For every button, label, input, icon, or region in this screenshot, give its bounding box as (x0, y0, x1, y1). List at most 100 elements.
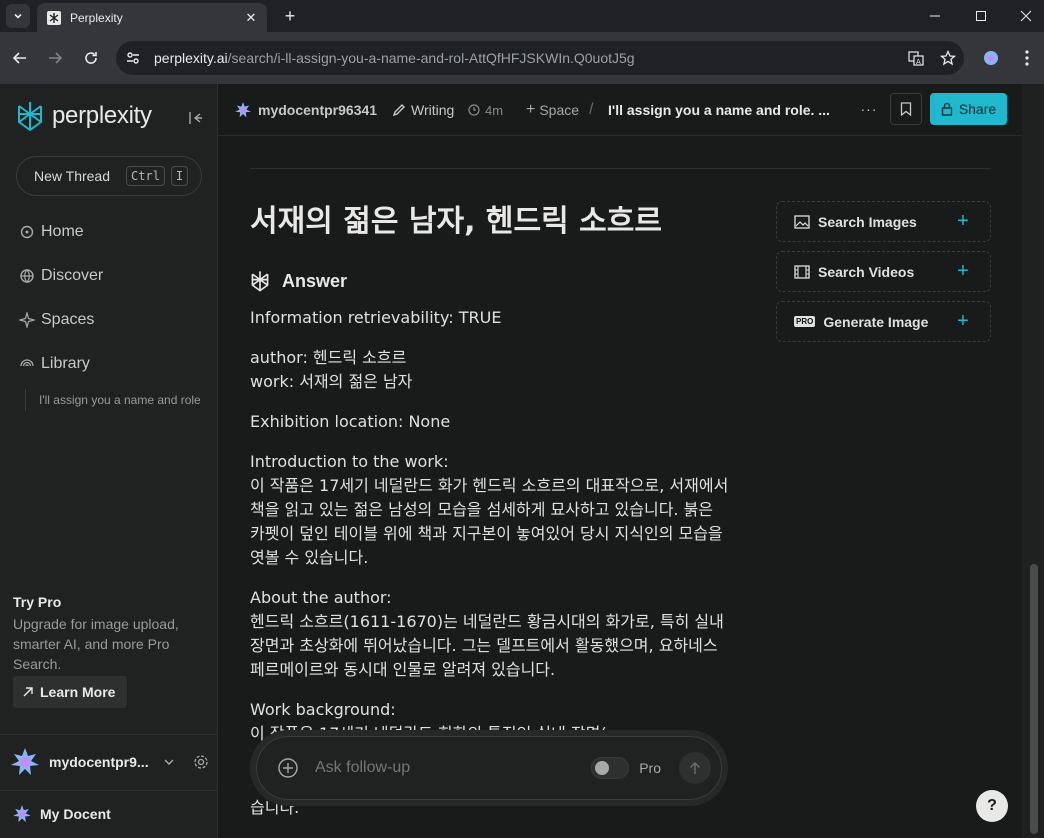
search-videos-button[interactable]: Search Videos + (776, 251, 991, 292)
tab-search-button[interactable] (6, 4, 30, 28)
sidebar-item-label: Spaces (41, 311, 95, 328)
address-bar[interactable]: perplexity.ai/search/i-ll-assign-you-a-n… (116, 41, 964, 75)
kbd-key: I (170, 166, 189, 186)
maximize-button[interactable] (958, 0, 1004, 32)
back-button[interactable] (8, 46, 32, 70)
more-options-icon[interactable]: ··· (858, 98, 880, 120)
pencil-icon (392, 104, 405, 117)
learn-more-label: Learn More (40, 684, 116, 700)
username: mydocentpr9... (49, 754, 149, 770)
sidebar-divider (0, 734, 217, 735)
collapse-sidebar-icon[interactable] (186, 108, 206, 128)
header-mode[interactable]: Writing (392, 100, 454, 120)
close-tab-icon[interactable]: ✕ (243, 10, 259, 26)
answer-paragraph: author: 헨드릭 소흐르 work: 서재의 젊은 남자 (250, 348, 413, 391)
attach-plus-icon[interactable] (277, 757, 299, 779)
bookmark-button[interactable] (890, 93, 922, 125)
reload-icon (85, 52, 97, 64)
reload-button[interactable] (79, 46, 103, 70)
followup-box: Pro (256, 736, 722, 800)
gear-icon[interactable] (193, 754, 209, 770)
brand-wordmark: perplexity (52, 102, 152, 129)
share-button[interactable]: Share (930, 93, 1007, 125)
plus-icon: + (957, 260, 969, 282)
pro-toggle[interactable] (591, 757, 630, 779)
generate-image-button[interactable]: PRO Generate Image + (776, 301, 991, 342)
header-space-button[interactable]: + Space / (526, 100, 594, 120)
followup-input[interactable] (315, 759, 592, 777)
sidebar-item-label: Home (41, 223, 84, 240)
pro-badge-icon: PRO (794, 316, 816, 327)
pro-toggle-label: Pro (639, 760, 661, 776)
brand-logo[interactable]: perplexity (16, 100, 152, 132)
forward-button[interactable] (43, 46, 67, 70)
header-username: mydocentpr96341 (258, 102, 378, 118)
space-my-docent[interactable]: My Docent (12, 804, 111, 824)
arrow-up-icon (689, 761, 701, 774)
thread-header: mydocentpr96341 Writing 4m + Space / I'l… (218, 84, 1022, 136)
page-scrollbar[interactable] (1022, 84, 1044, 838)
scrollbar-thumb[interactable] (1030, 564, 1038, 834)
library-icon (18, 355, 36, 373)
arrow-left-icon (12, 52, 26, 64)
header-space-label: Space (539, 102, 580, 118)
sidebar-item-label: Discover (41, 267, 104, 284)
url-text: perplexity.ai/search/i-ll-assign-you-a-n… (154, 50, 900, 66)
answer-logo-icon (251, 271, 269, 292)
clock-icon (468, 104, 480, 116)
perplexity-favicon-icon (47, 10, 61, 25)
bookmark-star-icon[interactable] (932, 42, 964, 74)
search-videos-label: Search Videos (818, 263, 915, 280)
chevron-down-icon (14, 13, 22, 19)
help-button[interactable]: ? (976, 790, 1008, 822)
sidebar-item-label: Library (41, 355, 90, 372)
minimize-button[interactable] (912, 0, 958, 32)
sidebar-item-library[interactable]: Library (18, 352, 90, 376)
section-divider (250, 168, 991, 169)
lock-icon (941, 102, 952, 116)
try-pro-title: Try Pro (13, 594, 62, 610)
search-images-label: Search Images (818, 213, 917, 230)
site-info-icon[interactable] (119, 44, 147, 72)
plus-icon: + (526, 101, 536, 118)
header-thread-title[interactable]: I'll assign you a name and role. ... (608, 100, 830, 120)
image-icon (794, 214, 810, 229)
avatar (11, 748, 39, 775)
sidebar-item-home[interactable]: Home (18, 220, 84, 244)
answer-label: Answer (282, 270, 348, 291)
sidebar: perplexity New Thread Ctrl I Home Discov… (0, 84, 218, 838)
query-heading: 서재의 젊은 남자, 헨드릭 소흐르 (250, 204, 662, 239)
main-content: mydocentpr96341 Writing 4m + Space / I'l… (218, 84, 1022, 838)
header-user[interactable]: mydocentpr96341 (234, 100, 377, 120)
sidebar-item-discover[interactable]: Discover (18, 264, 103, 288)
url-path: /search/i-ll-assign-you-a-name-and-rol-A… (227, 50, 635, 66)
user-menu[interactable]: mydocentpr9... (9, 746, 209, 778)
discover-icon (18, 267, 36, 285)
translate-icon[interactable]: A (900, 42, 932, 74)
chevron-down-icon[interactable] (163, 756, 175, 768)
extension-icon[interactable] (979, 46, 1003, 70)
toggle-knob (595, 761, 610, 775)
answer-paragraph: Information retrievability: TRUE (250, 308, 502, 327)
browser-tab[interactable]: Perplexity ✕ (37, 3, 267, 32)
sidebar-item-spaces[interactable]: Spaces (18, 308, 94, 332)
answer-header: Answer (250, 270, 347, 292)
answer-body: Information retrievability: TRUE author:… (250, 306, 730, 762)
send-button[interactable] (679, 752, 711, 784)
plus-icon: + (957, 210, 969, 232)
new-tab-button[interactable]: + (280, 6, 300, 26)
answer-paragraph: About the author: 헨드릭 소흐르(1611-1670)는 네덜… (250, 588, 724, 679)
learn-more-button[interactable]: Learn More (13, 676, 127, 708)
sidebar-divider (0, 790, 217, 791)
home-icon (18, 223, 36, 241)
close-window-button[interactable] (1003, 0, 1044, 32)
bookmark-icon (900, 102, 912, 116)
kbd-ctrl: Ctrl (126, 166, 165, 186)
browser-menu-icon[interactable] (1015, 46, 1039, 70)
space-avatar (13, 805, 31, 823)
library-thread-link[interactable]: I'll assign you a name and role... (25, 389, 200, 411)
search-images-button[interactable]: Search Images + (776, 201, 991, 242)
answer-paragraph: Introduction to the work: 이 작품은 17세기 네덜란… (250, 452, 729, 567)
new-thread-button[interactable]: New Thread Ctrl I (16, 156, 202, 196)
header-time: 4m (468, 100, 503, 120)
